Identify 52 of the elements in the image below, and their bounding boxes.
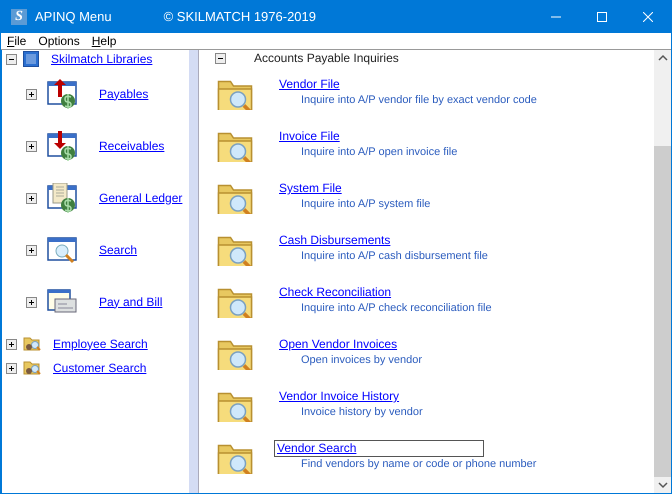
inquiry-link[interactable]: Vendor File — [279, 77, 340, 92]
inquiry-description: Inquire into A/P check reconciliation file — [301, 301, 492, 315]
scroll-up-icon — [658, 54, 668, 62]
expand-icon[interactable] — [26, 140, 37, 152]
dollar-down-arrow-icon — [47, 131, 79, 161]
folder-search-icon — [23, 335, 41, 353]
menu-item[interactable]: File — [1, 34, 32, 48]
collapse-icon[interactable] — [215, 52, 226, 64]
close-icon — [643, 12, 653, 22]
expand-icon[interactable] — [26, 88, 37, 100]
collapse-icon[interactable] — [6, 54, 17, 64]
tree-link[interactable]: Pay and Bill — [99, 294, 162, 310]
tree-link[interactable]: Payables — [99, 86, 148, 102]
inquiry-description: Inquire into A/P cash disbursement file — [301, 249, 488, 263]
section-title: Accounts Payable Inquiries — [254, 50, 399, 66]
expand-icon[interactable] — [26, 192, 37, 204]
ledger-dollar-icon — [47, 183, 79, 213]
tree-link[interactable]: General Ledger — [99, 190, 182, 206]
scrollbar-thumb[interactable] — [654, 146, 671, 477]
app-logo: S — [11, 9, 27, 25]
search-icon — [47, 235, 79, 265]
inquiry-link[interactable]: Vendor Invoice History — [279, 389, 400, 404]
inquiry-link[interactable]: System File — [279, 181, 342, 196]
folder-search-icon — [23, 359, 41, 377]
copyright-text: © SKILMATCH 1976-2019 — [164, 8, 316, 26]
inquiry-link[interactable]: Vendor Search — [275, 441, 483, 456]
expand-icon[interactable] — [6, 362, 17, 374]
scroll-down-icon — [658, 481, 668, 489]
expand-icon[interactable] — [26, 244, 37, 256]
inquiry-description: Inquire into A/P vendor file by exact vendor code — [301, 93, 537, 107]
tree-link[interactable]: Employee Search — [53, 336, 148, 352]
inquiry-link[interactable]: Open Vendor Invoices — [279, 337, 398, 352]
inquiry-description: Find vendors by name or code or phone number — [301, 457, 536, 471]
library-icon — [23, 51, 39, 67]
tree-link[interactable]: Receivables — [99, 138, 164, 154]
inquiry-description: Inquire into A/P open invoice file — [301, 145, 458, 159]
menu-item[interactable]: Help — [86, 34, 122, 48]
inquiry-link[interactable]: Check Reconciliation — [279, 285, 392, 300]
menu-item[interactable]: Options — [32, 34, 86, 48]
tree-link[interactable]: Search — [99, 242, 138, 258]
expand-icon[interactable] — [26, 296, 37, 308]
inquiry-description: Open invoices by vendor — [301, 353, 422, 367]
inquiry-link[interactable]: Invoice File — [279, 129, 340, 144]
inquiry-description: Inquire into A/P system file — [301, 197, 430, 211]
dollar-up-arrow-icon — [47, 79, 79, 109]
tree-link[interactable]: Customer Search — [53, 360, 146, 376]
tree-link[interactable]: Skilmatch Libraries — [51, 52, 152, 66]
maximize-icon — [597, 12, 607, 22]
inquiry-description: Invoice history by vendor — [301, 405, 423, 419]
expand-icon[interactable] — [6, 338, 17, 350]
window-title: APINQ Menu — [35, 8, 112, 26]
inquiry-link[interactable]: Cash Disbursements — [279, 233, 390, 248]
